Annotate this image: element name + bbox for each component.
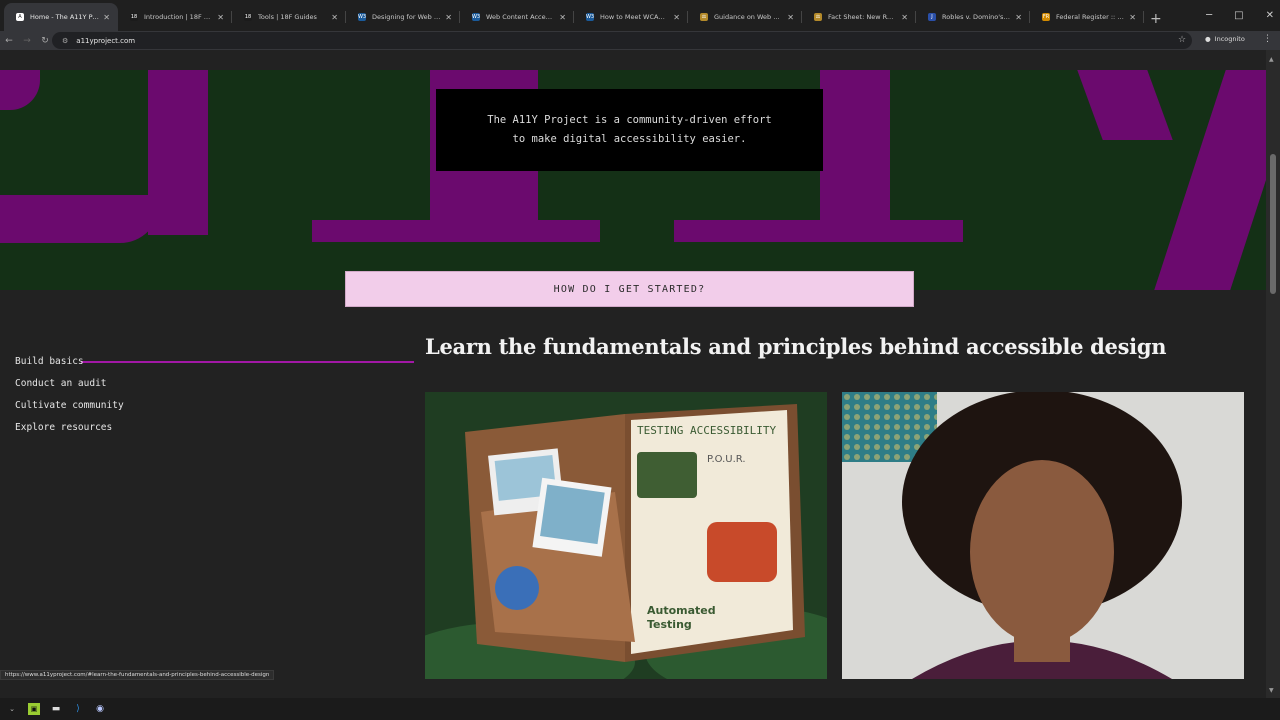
nav-conduct-audit[interactable]: Conduct an audit (15, 378, 124, 400)
hero-letter-shape (1077, 70, 1173, 140)
svg-text:P.O.U.R.: P.O.U.R. (707, 454, 746, 465)
incognito-icon: ● (1205, 35, 1211, 43)
section-nav: Build basics Conduct an audit Cultivate … (15, 356, 124, 444)
tab-favicon-icon: A (16, 13, 24, 21)
browser-toolbar: ← → ↻ ⚙ a11yproject.com ☆ ● Incognito ⋮ (0, 31, 1280, 50)
page-scrollbar[interactable]: ▲ ▼ (1266, 50, 1280, 698)
window-controls: ─ □ ✕ (1206, 10, 1274, 21)
bookmark-star-icon[interactable]: ☆ (1178, 35, 1186, 45)
minimize-icon[interactable]: ─ (1206, 10, 1212, 21)
new-tab-button[interactable]: + (1144, 11, 1168, 31)
scrollbar-thumb[interactable] (1270, 154, 1276, 294)
back-arrow-icon[interactable]: ← (0, 36, 18, 46)
browser-tab[interactable]: W3 Designing for Web Accessibility ✕ (346, 3, 460, 31)
browser-tab-strip: A Home - The A11Y Project ✕ 18 Introduction … (0, 0, 1280, 31)
tab-favicon-icon: FR (1042, 13, 1050, 21)
browser-tab[interactable]: J Robles v. Domino's Pizza, LLC✕ (916, 3, 1030, 31)
testing-accessibility-illustration[interactable]: TESTING ACCESSIBILITY P.O.U.R. Automated… (425, 392, 827, 679)
forward-arrow-icon[interactable]: → (18, 36, 36, 46)
page-viewport: The A11Y Project is a community-driven e… (0, 50, 1280, 698)
address-url: a11yproject.com (76, 36, 136, 45)
tab-close-icon[interactable]: ✕ (1129, 13, 1136, 22)
browser-tab[interactable]: ⚖ Fact Sheet: New Rule on the A ✕ (802, 3, 916, 31)
chrome-app-icon[interactable]: ◉ (94, 703, 106, 715)
incognito-label: Incognito (1214, 35, 1245, 43)
hero-letter-shape (820, 70, 890, 242)
tab-favicon-icon: ⚖ (700, 13, 708, 21)
svg-text:TESTING ACCESSIBILITY: TESTING ACCESSIBILITY (637, 424, 776, 437)
vscode-app-icon[interactable]: ⟩ (72, 703, 84, 715)
browser-tab[interactable]: W3 Web Content Accessibility Gu ✕ (460, 3, 574, 31)
scroll-down-icon[interactable]: ▼ (1269, 687, 1274, 694)
tab-title: Federal Register :: Nondiscrim (1056, 13, 1126, 21)
section-headline: Learn the fundamentals and principles be… (425, 334, 1167, 359)
browser-tab[interactable]: W3 How to Meet WCAG (Quickref ✕ (574, 3, 688, 31)
terminal-app-icon[interactable]: ▣ (28, 703, 40, 715)
tab-favicon-icon: ⚖ (814, 13, 822, 21)
tab-title: Introduction | 18F Guides (144, 13, 213, 21)
tab-close-icon[interactable]: ✕ (901, 13, 908, 22)
nav-build-basics[interactable]: Build basics (15, 356, 124, 378)
active-nav-indicator (81, 361, 414, 363)
tab-separator (1143, 11, 1144, 23)
hero-letter-shape (0, 195, 160, 243)
address-bar[interactable]: ⚙ a11yproject.com (52, 32, 1192, 49)
hero-letter-shape (0, 70, 40, 110)
tab-favicon-icon: W3 (357, 13, 367, 21)
get-started-button[interactable]: HOW DO I GET STARTED? (345, 271, 914, 307)
speaker-photo (842, 392, 1244, 679)
tab-title: How to Meet WCAG (Quickref (600, 13, 669, 21)
nav-cultivate-community[interactable]: Cultivate community (15, 400, 124, 422)
hero-letter-shape (674, 220, 963, 242)
tab-close-icon[interactable]: ✕ (103, 13, 110, 22)
chevron-icon[interactable]: ⌄ (6, 703, 18, 715)
tab-favicon-icon: 18 (244, 13, 252, 21)
browser-menu-icon[interactable]: ⋮ (1263, 34, 1272, 44)
os-taskbar: ⌄ ▣ ▬ ⟩ ◉ (0, 698, 1280, 720)
hero-intro-box: The A11Y Project is a community-driven e… (436, 89, 823, 171)
tab-title: Fact Sheet: New Rule on the A (828, 13, 897, 21)
tab-title: Tools | 18F Guides (258, 13, 317, 21)
tab-list: A Home - The A11Y Project ✕ 18 Introduction … (4, 3, 1144, 31)
tab-close-icon[interactable]: ✕ (673, 13, 680, 22)
svg-text:Automated: Automated (647, 604, 716, 617)
explorer-app-icon[interactable]: ▬ (50, 703, 62, 715)
link-status-url: https://www.a11yproject.com/#learn-the-f… (0, 670, 275, 680)
tab-close-icon[interactable]: ✕ (1015, 13, 1022, 22)
tab-favicon-icon: W3 (585, 13, 595, 21)
tab-close-icon[interactable]: ✕ (559, 13, 566, 22)
browser-tab[interactable]: FR Federal Register :: Nondiscrim✕ (1030, 3, 1144, 31)
svg-text:Testing: Testing (647, 618, 692, 631)
hero-letter-shape (148, 70, 208, 235)
hero-text-line: to make digital accessibility easier. (512, 133, 747, 145)
browser-tab[interactable]: ⚖ Guidance on Web Accessibility ✕ (688, 3, 802, 31)
hero-text-line: The A11Y Project is a community-driven e… (487, 114, 772, 126)
tab-title: Robles v. Domino's Pizza, LLC (942, 13, 1012, 21)
hero-banner: The A11Y Project is a community-driven e… (0, 70, 1266, 290)
maximize-icon[interactable]: □ (1234, 10, 1243, 21)
tab-favicon-icon: W3 (471, 13, 481, 21)
tab-title: Home - The A11Y Project (30, 13, 99, 21)
close-window-icon[interactable]: ✕ (1266, 10, 1274, 21)
site-info-icon[interactable]: ⚙ (62, 37, 68, 45)
scroll-up-icon[interactable]: ▲ (1269, 56, 1274, 63)
tab-close-icon[interactable]: ✕ (331, 13, 338, 22)
nav-explore-resources[interactable]: Explore resources (15, 422, 124, 444)
notebook-illustration: TESTING ACCESSIBILITY P.O.U.R. Automated… (425, 404, 827, 679)
browser-tab[interactable]: 18 Tools | 18F Guides ✕ (232, 3, 346, 31)
browser-tab[interactable]: 18 Introduction | 18F Guides ✕ (118, 3, 232, 31)
tab-close-icon[interactable]: ✕ (787, 13, 794, 22)
incognito-indicator[interactable]: ● Incognito (1205, 35, 1245, 43)
tab-title: Web Content Accessibility Gu (486, 13, 555, 21)
hero-letter-shape (1154, 70, 1266, 290)
tab-favicon-icon: 18 (130, 13, 138, 21)
tab-close-icon[interactable]: ✕ (217, 13, 224, 22)
browser-tab[interactable]: A Home - The A11Y Project ✕ (4, 3, 118, 31)
tab-close-icon[interactable]: ✕ (445, 13, 452, 22)
tab-title: Designing for Web Accessibility (372, 13, 441, 21)
tab-title: Guidance on Web Accessibility (714, 13, 783, 21)
speaker-video-thumbnail[interactable] (842, 392, 1244, 679)
tab-favicon-icon: J (928, 13, 936, 21)
